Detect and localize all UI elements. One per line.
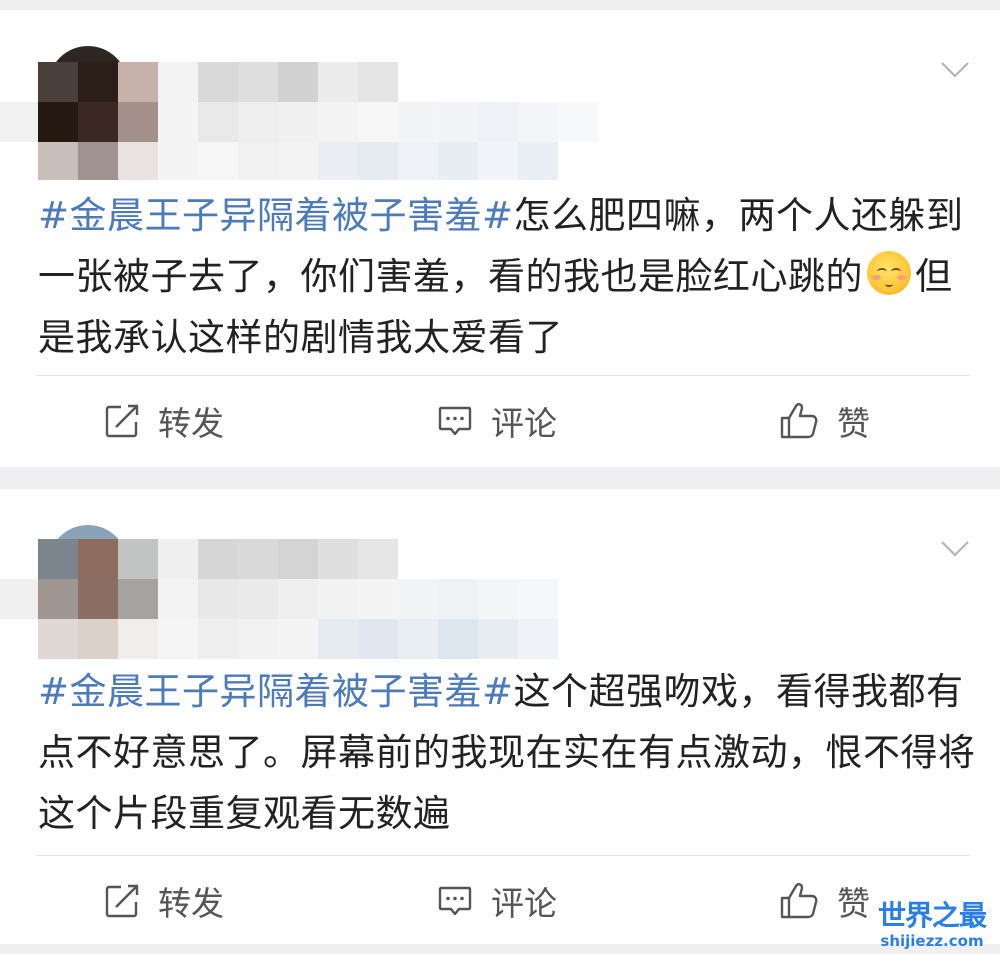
post-card: #金晨王子异隔着被子害羞#怎么肥四嘛，两个人还躲到一张被子去了，你们害羞，看的我… (0, 10, 1000, 467)
comment-label: 评论 (491, 404, 557, 443)
hashtag-link[interactable]: #金晨王子异隔着被子害羞# (38, 194, 514, 237)
repost-button[interactable]: 转发 (104, 855, 224, 947)
repost-button[interactable]: 转发 (104, 375, 224, 467)
like-button[interactable]: 赞 (779, 855, 870, 947)
comment-icon (438, 886, 472, 916)
action-bar: 转发 评论 赞 (0, 375, 1000, 467)
repost-icon (105, 884, 139, 918)
comment-icon (438, 406, 472, 436)
post-author-header-pixelated (0, 489, 700, 659)
like-button[interactable]: 赞 (779, 375, 870, 467)
like-label: 赞 (837, 404, 870, 443)
post-text: #金晨王子异隔着被子害羞#怎么肥四嘛，两个人还躲到一张被子去了，你们害羞，看的我… (38, 185, 978, 368)
action-bar: 转发 评论 赞 (0, 855, 1000, 947)
watermark-url: shijiezz.com (880, 932, 984, 950)
post-author-header-pixelated (0, 10, 700, 180)
chevron-down-icon[interactable] (940, 533, 970, 563)
shy-face-emoji-icon (867, 251, 911, 295)
hashtag-link[interactable]: #金晨王子异隔着被子害羞# (38, 670, 514, 713)
comment-button[interactable]: 评论 (437, 375, 557, 467)
like-label: 赞 (837, 884, 870, 923)
watermark-title: 世界之最 (877, 899, 987, 932)
comment-label: 评论 (491, 884, 557, 923)
thumbs-up-icon (780, 403, 818, 439)
repost-label: 转发 (158, 884, 224, 923)
repost-label: 转发 (158, 404, 224, 443)
post-text: #金晨王子异隔着被子害羞#这个超强吻戏，看得我都有点不好意思了。屏幕前的我现在实… (38, 661, 978, 844)
comment-button[interactable]: 评论 (437, 855, 557, 947)
chevron-down-icon[interactable] (940, 54, 970, 84)
repost-icon (105, 404, 139, 438)
site-watermark: 世界之最 shijiezz.com (872, 899, 992, 951)
thumbs-up-icon (780, 883, 818, 919)
post-card: #金晨王子异隔着被子害羞#这个超强吻戏，看得我都有点不好意思了。屏幕前的我现在实… (0, 489, 1000, 944)
